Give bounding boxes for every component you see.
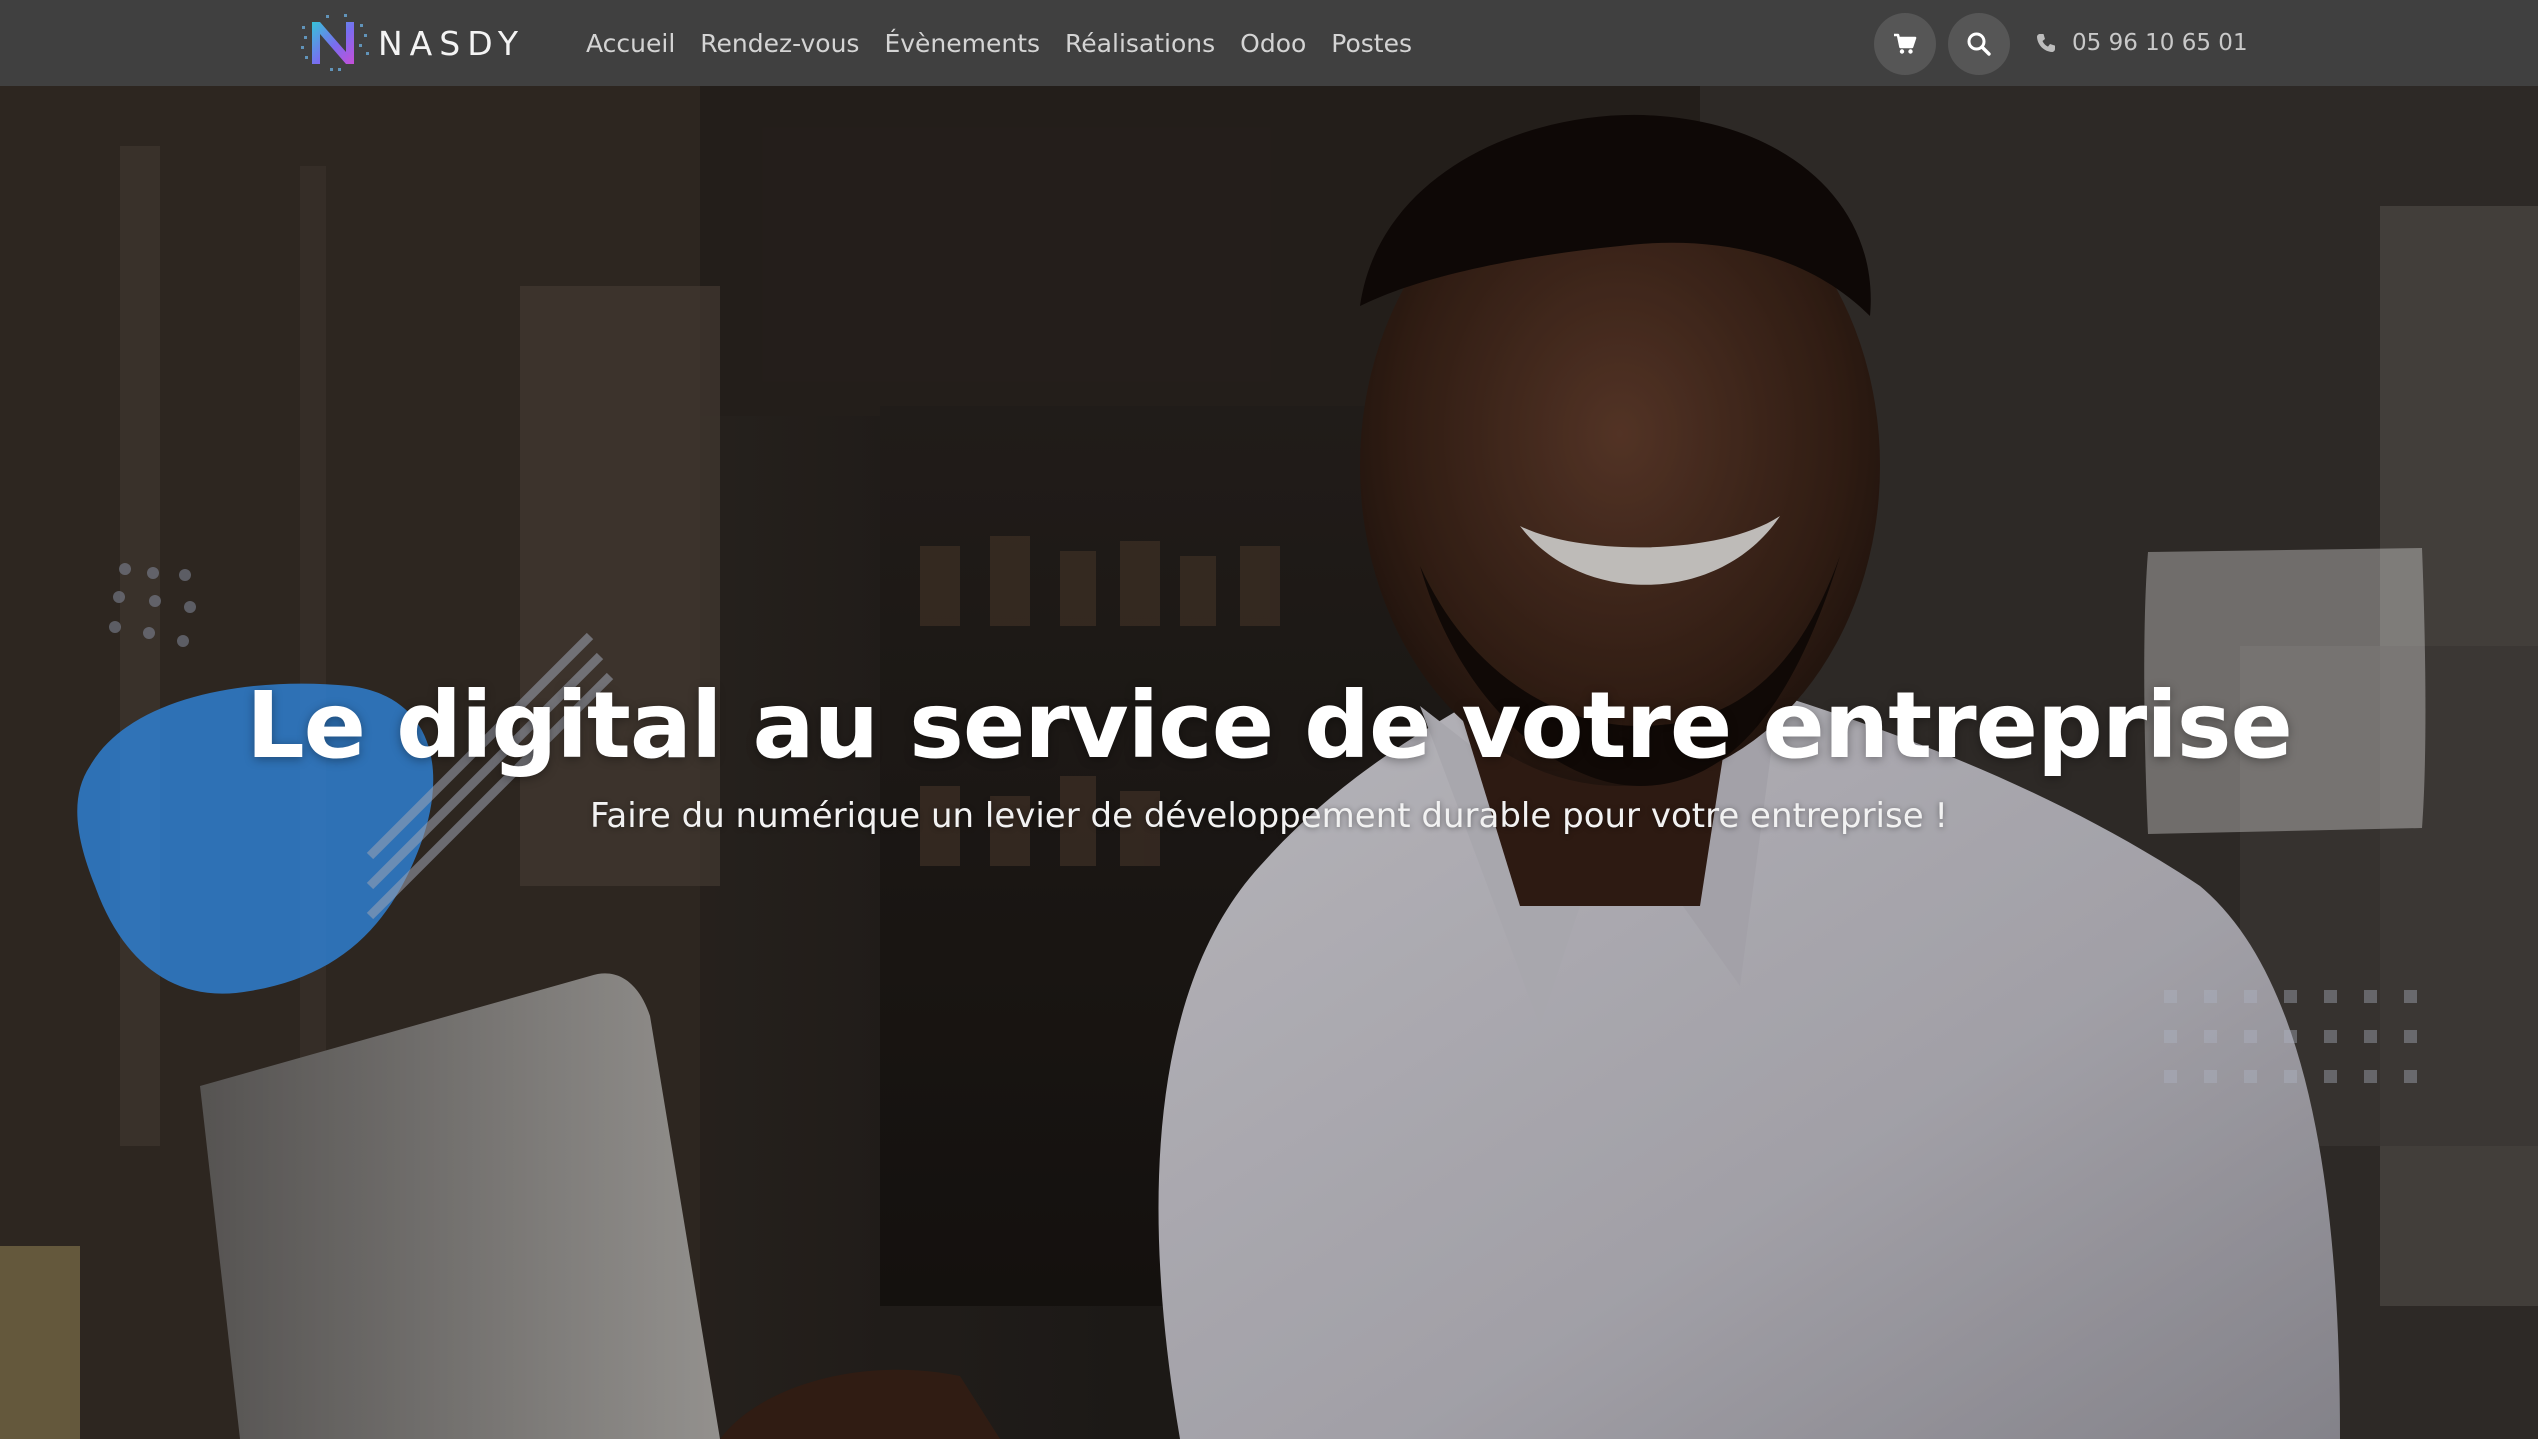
hero-banner: Le digital au service de votre entrepris… [0,86,2538,1439]
hero-title: Le digital au service de votre entrepris… [246,672,2293,779]
dot-grid-shape [2164,990,2417,1083]
phone-icon [2037,34,2055,52]
dot-cluster-shape [109,563,196,647]
main-menu: Accueil Rendez-vous Évènements Réalisati… [586,0,1412,86]
hero-subtitle: Faire du numérique un levier de développ… [589,796,1949,836]
nav-item-postes[interactable]: Postes [1331,29,1412,58]
nav-item-realisations[interactable]: Réalisations [1065,29,1215,58]
nav-item-accueil[interactable]: Accueil [586,29,675,58]
brand-name: NASDY [378,23,525,63]
brand-logo[interactable]: NASDY [300,13,525,73]
nav-item-evenements[interactable]: Évènements [884,29,1040,58]
shopping-cart-icon [1894,33,1917,54]
search-button[interactable] [1948,13,2010,75]
cart-button[interactable] [1874,13,1936,75]
nasdy-n-logo-icon [301,14,369,71]
phone-number: 05 96 10 65 01 [2072,30,2248,56]
nav-item-odoo[interactable]: Odoo [1240,29,1306,58]
top-navbar: NASDY Accueil Rendez-vous Évènements Réa… [0,0,2538,86]
nav-item-rendez-vous[interactable]: Rendez-vous [700,29,859,58]
phone-contact[interactable]: 05 96 10 65 01 [2036,0,2248,86]
search-icon [1967,32,1991,56]
